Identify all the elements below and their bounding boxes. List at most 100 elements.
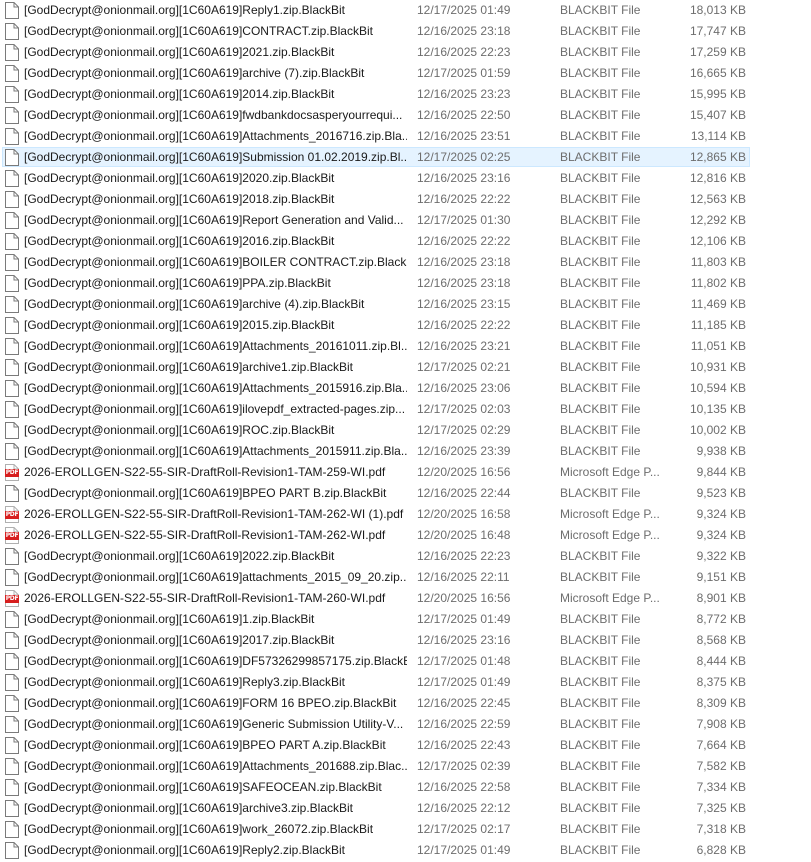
file-date-modified: 12/17/2025 01:59 (417, 66, 511, 80)
file-name[interactable]: [GodDecrypt@onionmail.org][1C60A619]Gene… (24, 717, 407, 731)
file-name[interactable]: [GodDecrypt@onionmail.org][1C60A619]ilov… (24, 402, 407, 416)
file-name[interactable]: [GodDecrypt@onionmail.org][1C60A619]FORM… (24, 696, 407, 710)
file-row-35[interactable]: [GodDecrypt@onionmail.org][1C60A619]Gene… (0, 714, 811, 735)
file-name[interactable]: 2026-EROLLGEN-S22-55-SIR-DraftRoll-Revis… (24, 591, 407, 605)
file-name[interactable]: [GodDecrypt@onionmail.org][1C60A619]Atta… (24, 339, 407, 353)
file-row-25[interactable]: PDF 2026-EROLLGEN-S22-55-SIR-DraftRoll-R… (0, 504, 811, 525)
blank-file-icon (5, 800, 19, 817)
file-date-modified: 12/16/2025 23:16 (417, 633, 511, 647)
file-row-10[interactable]: [GodDecrypt@onionmail.org][1C60A619]2018… (0, 189, 811, 210)
file-name[interactable]: [GodDecrypt@onionmail.org][1C60A619]fwdb… (24, 108, 407, 122)
file-name[interactable]: [GodDecrypt@onionmail.org][1C60A619]2021… (24, 45, 407, 59)
file-name[interactable]: [GodDecrypt@onionmail.org][1C60A619]arch… (24, 801, 407, 815)
file-name[interactable]: [GodDecrypt@onionmail.org][1C60A619]1.zi… (24, 612, 407, 626)
file-name[interactable]: [GodDecrypt@onionmail.org][1C60A619]2014… (24, 87, 407, 101)
file-name[interactable]: [GodDecrypt@onionmail.org][1C60A619]Repo… (24, 213, 407, 227)
file-row-4[interactable]: [GodDecrypt@onionmail.org][1C60A619]arch… (0, 63, 811, 84)
file-name[interactable]: [GodDecrypt@onionmail.org][1C60A619]BPEO… (24, 738, 407, 752)
file-name[interactable]: [GodDecrypt@onionmail.org][1C60A619]arch… (24, 66, 407, 80)
file-name[interactable]: [GodDecrypt@onionmail.org][1C60A619]work… (24, 822, 407, 836)
file-row-33[interactable]: [GodDecrypt@onionmail.org][1C60A619]Repl… (0, 672, 811, 693)
file-row-22[interactable]: [GodDecrypt@onionmail.org][1C60A619]Atta… (0, 441, 811, 462)
file-row-31[interactable]: [GodDecrypt@onionmail.org][1C60A619]2017… (0, 630, 811, 651)
file-row-23[interactable]: PDF 2026-EROLLGEN-S22-55-SIR-DraftRoll-R… (0, 462, 811, 483)
file-name[interactable]: [GodDecrypt@onionmail.org][1C60A619]Atta… (24, 444, 407, 458)
file-size: 7,582 KB (696, 759, 746, 773)
file-name[interactable]: [GodDecrypt@onionmail.org][1C60A619]Atta… (24, 381, 407, 395)
file-name[interactable]: [GodDecrypt@onionmail.org][1C60A619]Repl… (24, 843, 407, 857)
file-name[interactable]: [GodDecrypt@onionmail.org][1C60A619]2017… (24, 633, 407, 647)
file-name[interactable]: [GodDecrypt@onionmail.org][1C60A619]arch… (24, 360, 407, 374)
file-name[interactable]: [GodDecrypt@onionmail.org][1C60A619]Repl… (24, 3, 407, 17)
file-row-38[interactable]: [GodDecrypt@onionmail.org][1C60A619]SAFE… (0, 777, 811, 798)
file-row-37[interactable]: [GodDecrypt@onionmail.org][1C60A619]Atta… (0, 756, 811, 777)
file-row-26[interactable]: PDF 2026-EROLLGEN-S22-55-SIR-DraftRoll-R… (0, 525, 811, 546)
file-row-19[interactable]: [GodDecrypt@onionmail.org][1C60A619]Atta… (0, 378, 811, 399)
file-size: 10,135 KB (689, 402, 746, 416)
file-name[interactable]: 2026-EROLLGEN-S22-55-SIR-DraftRoll-Revis… (24, 528, 407, 542)
blank-file-icon (5, 170, 19, 187)
file-row-34[interactable]: [GodDecrypt@onionmail.org][1C60A619]FORM… (0, 693, 811, 714)
file-name[interactable]: [GodDecrypt@onionmail.org][1C60A619]2016… (24, 234, 407, 248)
file-row-8[interactable]: [GodDecrypt@onionmail.org][1C60A619]Subm… (0, 147, 811, 168)
file-name[interactable]: [GodDecrypt@onionmail.org][1C60A619]DF57… (24, 654, 407, 668)
file-name[interactable]: [GodDecrypt@onionmail.org][1C60A619]2018… (24, 192, 407, 206)
file-name[interactable]: 2026-EROLLGEN-S22-55-SIR-DraftRoll-Revis… (24, 507, 407, 521)
file-name[interactable]: [GodDecrypt@onionmail.org][1C60A619]BPEO… (24, 486, 407, 500)
file-date-modified: 12/16/2025 22:43 (417, 738, 511, 752)
file-row-36[interactable]: [GodDecrypt@onionmail.org][1C60A619]BPEO… (0, 735, 811, 756)
file-row-40[interactable]: [GodDecrypt@onionmail.org][1C60A619]work… (0, 819, 811, 840)
file-name[interactable]: [GodDecrypt@onionmail.org][1C60A619]CONT… (24, 24, 407, 38)
blank-file-icon (5, 569, 19, 586)
file-row-24[interactable]: [GodDecrypt@onionmail.org][1C60A619]BPEO… (0, 483, 811, 504)
blank-file-icon (5, 674, 19, 691)
file-date-modified: 12/16/2025 23:18 (417, 24, 511, 38)
file-date-modified: 12/16/2025 22:12 (417, 801, 511, 815)
file-name[interactable]: [GodDecrypt@onionmail.org][1C60A619]atta… (24, 570, 407, 584)
file-row-28[interactable]: [GodDecrypt@onionmail.org][1C60A619]atta… (0, 567, 811, 588)
file-size: 9,151 KB (696, 570, 746, 584)
file-row-11[interactable]: [GodDecrypt@onionmail.org][1C60A619]Repo… (0, 210, 811, 231)
file-row-9[interactable]: [GodDecrypt@onionmail.org][1C60A619]2020… (0, 168, 811, 189)
file-name[interactable]: [GodDecrypt@onionmail.org][1C60A619]BOIL… (24, 255, 407, 269)
file-date-modified: 12/20/2025 16:58 (417, 507, 511, 521)
file-name[interactable]: [GodDecrypt@onionmail.org][1C60A619]ROC.… (24, 423, 407, 437)
file-name[interactable]: 2026-EROLLGEN-S22-55-SIR-DraftRoll-Revis… (24, 465, 407, 479)
file-row-7[interactable]: [GodDecrypt@onionmail.org][1C60A619]Atta… (0, 126, 811, 147)
file-row-29[interactable]: PDF 2026-EROLLGEN-S22-55-SIR-DraftRoll-R… (0, 588, 811, 609)
file-row-3[interactable]: [GodDecrypt@onionmail.org][1C60A619]2021… (0, 42, 811, 63)
file-name[interactable]: [GodDecrypt@onionmail.org][1C60A619]2015… (24, 318, 407, 332)
file-row-18[interactable]: [GodDecrypt@onionmail.org][1C60A619]arch… (0, 357, 811, 378)
file-name[interactable]: [GodDecrypt@onionmail.org][1C60A619]Atta… (24, 759, 407, 773)
file-name[interactable]: [GodDecrypt@onionmail.org][1C60A619]2022… (24, 549, 407, 563)
file-row-32[interactable]: [GodDecrypt@onionmail.org][1C60A619]DF57… (0, 651, 811, 672)
file-date-modified: 12/17/2025 02:21 (417, 360, 511, 374)
file-name[interactable]: [GodDecrypt@onionmail.org][1C60A619]arch… (24, 297, 407, 311)
file-name[interactable]: [GodDecrypt@onionmail.org][1C60A619]2020… (24, 171, 407, 185)
file-name[interactable]: [GodDecrypt@onionmail.org][1C60A619]PPA.… (24, 276, 407, 290)
file-row-12[interactable]: [GodDecrypt@onionmail.org][1C60A619]2016… (0, 231, 811, 252)
file-row-17[interactable]: [GodDecrypt@onionmail.org][1C60A619]Atta… (0, 336, 811, 357)
file-size: 11,802 KB (690, 276, 746, 290)
file-type: BLACKBIT File (560, 717, 641, 731)
file-name[interactable]: [GodDecrypt@onionmail.org][1C60A619]Subm… (24, 150, 407, 164)
file-row-16[interactable]: [GodDecrypt@onionmail.org][1C60A619]2015… (0, 315, 811, 336)
file-row-13[interactable]: [GodDecrypt@onionmail.org][1C60A619]BOIL… (0, 252, 811, 273)
file-name[interactable]: [GodDecrypt@onionmail.org][1C60A619]Repl… (24, 675, 407, 689)
file-row-27[interactable]: [GodDecrypt@onionmail.org][1C60A619]2022… (0, 546, 811, 567)
file-row-21[interactable]: [GodDecrypt@onionmail.org][1C60A619]ROC.… (0, 420, 811, 441)
file-name[interactable]: [GodDecrypt@onionmail.org][1C60A619]SAFE… (24, 780, 407, 794)
file-row-39[interactable]: [GodDecrypt@onionmail.org][1C60A619]arch… (0, 798, 811, 819)
file-row-30[interactable]: [GodDecrypt@onionmail.org][1C60A619]1.zi… (0, 609, 811, 630)
file-name[interactable]: [GodDecrypt@onionmail.org][1C60A619]Atta… (24, 129, 407, 143)
file-row-5[interactable]: [GodDecrypt@onionmail.org][1C60A619]2014… (0, 84, 811, 105)
file-date-modified: 12/16/2025 22:44 (417, 486, 511, 500)
file-row-20[interactable]: [GodDecrypt@onionmail.org][1C60A619]ilov… (0, 399, 811, 420)
file-row-1[interactable]: [GodDecrypt@onionmail.org][1C60A619]Repl… (0, 0, 811, 21)
file-row-14[interactable]: [GodDecrypt@onionmail.org][1C60A619]PPA.… (0, 273, 811, 294)
file-row-15[interactable]: [GodDecrypt@onionmail.org][1C60A619]arch… (0, 294, 811, 315)
file-row-6[interactable]: [GodDecrypt@onionmail.org][1C60A619]fwdb… (0, 105, 811, 126)
file-row-41[interactable]: [GodDecrypt@onionmail.org][1C60A619]Repl… (0, 840, 811, 861)
file-type: BLACKBIT File (560, 696, 641, 710)
file-row-2[interactable]: [GodDecrypt@onionmail.org][1C60A619]CONT… (0, 21, 811, 42)
